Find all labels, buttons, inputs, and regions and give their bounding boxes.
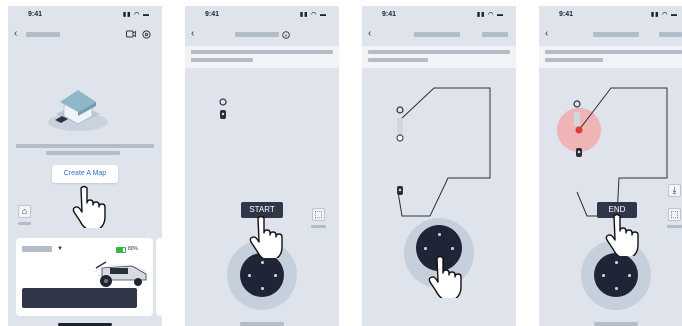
description-line-2 <box>46 151 120 155</box>
joystick-left-dot <box>248 274 251 277</box>
screen-start-mapping: 9:41 ▮▮ ◠ ▬ ‹ START ⬚ <box>185 6 339 326</box>
hand-pointer-icon <box>428 255 462 298</box>
tip-line-2 <box>368 58 428 62</box>
charging-station-icon <box>573 100 581 108</box>
joystick-up-dot <box>261 261 264 264</box>
screen-end-mapping: 9:41 ▮▮ ◠ ▬ ‹ ⤓ ⬚ END <box>539 6 682 326</box>
joystick-up-dot <box>438 233 441 236</box>
description-line-1 <box>16 144 154 148</box>
lawn-mower-icon <box>93 261 147 287</box>
joystick-down-dot <box>261 287 264 290</box>
status-bar: 9:41 ▮▮ ◠ ▬ <box>185 6 339 24</box>
tip-banner <box>539 46 682 68</box>
chevron-down-icon[interactable]: ▼ <box>57 246 63 252</box>
signal-wifi-battery-icon: ▮▮ ◠ ▬ <box>650 12 678 18</box>
page-title-placeholder <box>235 32 279 37</box>
page-title-placeholder <box>593 32 639 37</box>
hand-pointer-icon <box>72 185 106 228</box>
boundary-tool-label <box>311 225 326 228</box>
status-time: 9:41 <box>28 11 43 18</box>
video-icon[interactable] <box>126 30 136 38</box>
create-map-label: Create A Map <box>63 170 107 177</box>
path-start-marker <box>575 126 583 134</box>
device-card[interactable]: ▼ 80% <box>16 238 153 316</box>
start-label: START <box>249 205 275 214</box>
joystick-left-dot <box>424 247 427 250</box>
tip-banner <box>362 46 516 68</box>
back-icon[interactable]: ‹ <box>191 28 194 39</box>
export-map-icon[interactable]: ⤓ <box>668 184 681 197</box>
map-canvas <box>219 98 227 119</box>
joystick-right-dot <box>451 247 454 250</box>
battery-percent: 80% <box>128 246 139 252</box>
home-label-placeholder <box>18 222 31 225</box>
charging-station-icon <box>396 106 404 114</box>
tip-line-1 <box>191 50 333 54</box>
boundary-tool-icon[interactable]: ⬚ <box>312 208 325 221</box>
status-time: 9:41 <box>559 11 574 18</box>
boundary-tool-icon[interactable]: ⬚ <box>668 208 681 221</box>
charging-station-illustration <box>48 90 108 131</box>
tip-line-1 <box>545 50 682 54</box>
device-action-bar[interactable] <box>22 288 137 308</box>
page-title-placeholder <box>26 32 60 37</box>
create-map-button[interactable]: Create A Map <box>52 165 118 183</box>
joystick[interactable] <box>594 253 638 297</box>
status-bar: 9:41 ▮▮ ◠ ▬ <box>362 6 516 24</box>
back-icon[interactable]: ‹ <box>14 28 17 39</box>
status-bar: 9:41 ▮▮ ◠ ▬ <box>8 6 162 24</box>
mapped-path <box>576 87 668 217</box>
hand-pointer-icon <box>605 213 639 256</box>
next-device-card-edge <box>156 238 162 316</box>
map-canvas <box>396 87 491 217</box>
header-action-placeholder <box>659 32 682 37</box>
bottom-bar <box>594 322 638 326</box>
tip-banner <box>185 46 339 68</box>
back-icon[interactable]: ‹ <box>368 28 371 39</box>
status-bar: 9:41 ▮▮ ◠ ▬ <box>539 6 682 24</box>
tip-line-1 <box>368 50 510 54</box>
home-icon[interactable]: ⌂ <box>18 205 31 218</box>
status-time: 9:41 <box>205 11 220 18</box>
signal-wifi-battery-icon: ▮▮ ◠ ▬ <box>476 12 504 18</box>
joystick-up-dot <box>615 261 618 264</box>
gear-icon[interactable] <box>142 30 151 39</box>
screen-mapping-in-progress: 9:41 ▮▮ ◠ ▬ ‹ <box>362 6 516 326</box>
header-action-placeholder <box>482 32 508 37</box>
info-icon[interactable] <box>282 31 290 39</box>
mapped-path <box>397 87 491 217</box>
screen-create-map: 9:41 ▮▮ ◠ ▬ ‹ Create A Map ⌂ ▼ 80% <box>8 6 162 326</box>
back-icon[interactable]: ‹ <box>545 28 548 39</box>
tip-line-2 <box>191 58 253 62</box>
charging-station-icon <box>219 98 227 106</box>
signal-wifi-battery-icon: ▮▮ ◠ ▬ <box>122 12 150 18</box>
battery-icon <box>116 247 126 253</box>
joystick-right-dot <box>274 274 277 277</box>
joystick-right-dot <box>628 274 631 277</box>
page-title-placeholder <box>414 32 460 37</box>
device-name-placeholder <box>22 246 52 252</box>
status-time: 9:41 <box>382 11 397 18</box>
signal-wifi-battery-icon: ▮▮ ◠ ▬ <box>299 12 327 18</box>
path-start-point <box>396 134 404 142</box>
joystick-left-dot <box>602 274 605 277</box>
boundary-tool-label <box>667 225 682 228</box>
bottom-bar <box>240 322 284 326</box>
joystick-down-dot <box>615 287 618 290</box>
hand-pointer-icon <box>249 215 283 258</box>
joystick[interactable] <box>240 253 284 297</box>
tip-line-2 <box>545 58 603 62</box>
